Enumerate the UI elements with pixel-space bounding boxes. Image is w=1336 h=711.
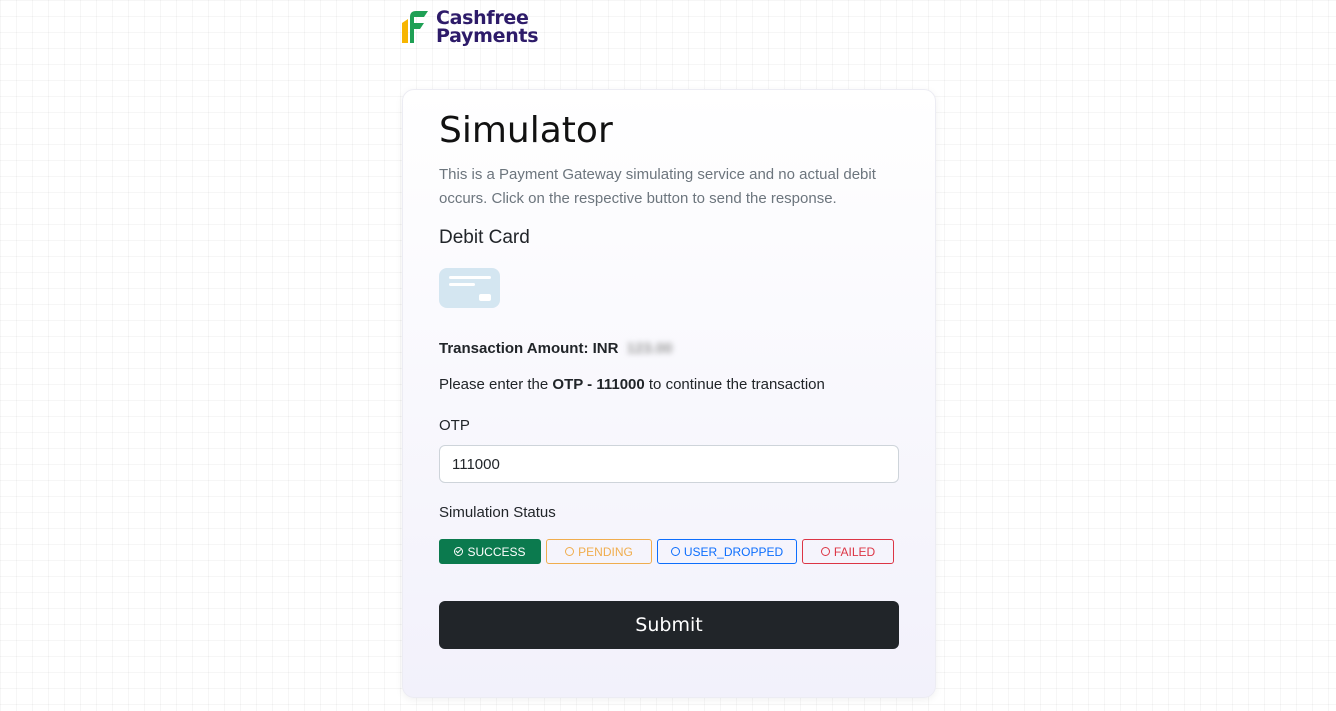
status-failed-button[interactable]: FAILED xyxy=(802,539,894,564)
status-success-button[interactable]: SUCCESS xyxy=(439,539,541,564)
otp-instruction: Please enter the OTP - 111000 to continu… xyxy=(439,376,825,393)
cashfree-logo: Cashfree Payments xyxy=(400,9,539,47)
radio-circle-icon xyxy=(565,547,575,556)
radio-circle-icon xyxy=(820,547,830,556)
status-user-dropped-button[interactable]: USER_DROPPED xyxy=(657,539,797,564)
page-title: Simulator xyxy=(439,110,613,151)
status-failed-label: FAILED xyxy=(833,544,876,559)
simulator-description: This is a Payment Gateway simulating ser… xyxy=(439,166,876,207)
status-pending-label: PENDING xyxy=(578,544,633,559)
otp-instruction-prefix: Please enter the xyxy=(439,376,553,393)
transaction-amount-label: Transaction Amount: INR xyxy=(439,340,619,357)
otp-label: OTP xyxy=(439,417,470,434)
brand-name: Cashfree Payments xyxy=(436,9,539,47)
credit-card-icon xyxy=(439,268,500,308)
otp-instruction-code: OTP - 111000 xyxy=(552,376,645,393)
status-user-dropped-label: USER_DROPPED xyxy=(683,544,784,559)
brand-name-line2: Payments xyxy=(436,25,539,47)
otp-input[interactable] xyxy=(439,445,899,483)
check-circle-icon xyxy=(454,547,464,556)
simulation-status-label: Simulation Status xyxy=(439,504,556,521)
status-pending-button[interactable]: PENDING xyxy=(546,539,652,564)
transaction-amount: Transaction Amount: INR 123.00 xyxy=(439,340,673,357)
radio-circle-icon xyxy=(670,547,680,556)
simulation-status-group: SUCCESS PENDING USER_DROPPED FAILED xyxy=(439,539,894,564)
simulator-card: Simulator This is a Payment Gateway simu… xyxy=(402,89,936,698)
submit-button[interactable]: Submit xyxy=(439,601,899,649)
cashfree-logo-icon xyxy=(402,11,428,43)
status-success-label: SUCCESS xyxy=(467,544,526,559)
otp-instruction-suffix: to continue the transaction xyxy=(644,376,825,393)
transaction-amount-value: 123.00 xyxy=(626,340,673,357)
payment-method-title: Debit Card xyxy=(439,227,530,248)
